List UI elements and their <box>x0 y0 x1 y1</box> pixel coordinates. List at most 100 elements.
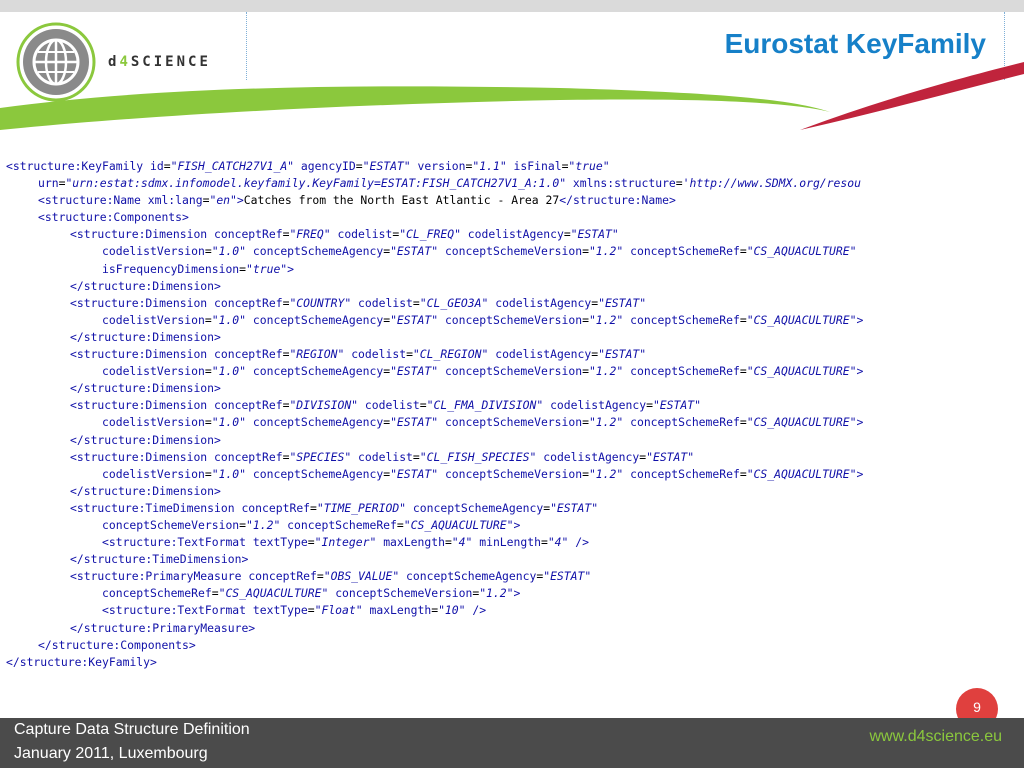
xml-value: "CS_AQUACULTURE" <box>218 586 329 601</box>
xml-tag: </structure:KeyFamily> <box>6 654 157 669</box>
xml-value: "true" <box>568 159 610 173</box>
code-line: </structure:Dimension> <box>6 432 992 449</box>
xml-tag: > <box>513 517 521 532</box>
xml-value: "ESTAT" <box>390 466 439 481</box>
red-swoosh <box>800 62 1024 130</box>
xml-attribute: minLength <box>479 535 541 550</box>
xml-value: "ESTAT" <box>543 569 592 584</box>
code-line: codelistVersion="1.0" conceptSchemeAgenc… <box>6 466 992 483</box>
xml-attribute: conceptSchemeVersion <box>444 466 583 481</box>
xml-value: "DIVISION" <box>289 398 359 413</box>
xml-equals: = <box>307 603 315 618</box>
xml-value: "CL_GEO3A" <box>419 295 489 310</box>
xml-attribute: conceptSchemeRef <box>287 517 397 532</box>
xml-value: "1.2" <box>246 517 281 532</box>
xml-attribute: conceptSchemeRef <box>630 312 740 327</box>
code-line: codelistVersion="1.0" conceptSchemeAgenc… <box>6 243 992 260</box>
xml-equals: = <box>204 312 212 327</box>
xml-text <box>406 501 413 515</box>
code-line: <structure:Dimension conceptRef = "REGION"… <box>6 346 992 363</box>
xml-text <box>207 296 214 310</box>
xml-attribute: conceptRef <box>214 295 283 310</box>
xml-equals: = <box>582 312 589 327</box>
code-line: conceptSchemeVersion="1.2" conceptScheme… <box>6 517 992 534</box>
xml-attribute: codelist <box>358 449 413 464</box>
xml-attribute: conceptSchemeAgency <box>252 466 384 481</box>
xml-value: "CS_AQUACULTURE" <box>746 312 857 327</box>
xml-value: "1.2" <box>588 312 624 327</box>
xml-attribute: maxLength <box>369 603 432 618</box>
xml-tag: </structure:Dimension> <box>70 329 221 344</box>
xml-tag: <structure:KeyFamily <box>6 159 144 173</box>
xml-equals: = <box>307 535 315 550</box>
xml-tag: <structure:Dimension <box>70 347 208 362</box>
code-line: <structure:KeyFamily id="FISH_CATCH27V1_… <box>6 158 992 175</box>
xml-text <box>438 244 445 258</box>
xml-attribute: conceptSchemeVersion <box>444 244 583 259</box>
xml-value: "CL_REGION" <box>412 347 489 362</box>
xml-equals: = <box>204 466 212 481</box>
xml-tag: </structure:PrimaryMeasure> <box>70 620 256 635</box>
xml-value: "CS_AQUACULTURE" <box>746 466 857 481</box>
xml-attribute: conceptRef <box>214 227 283 242</box>
xml-value: "1.2" <box>588 364 624 379</box>
code-line: </structure:Dimension> <box>6 278 992 295</box>
xml-text <box>438 313 445 327</box>
xml-attribute: codelistVersion <box>102 415 205 430</box>
xml-value: 'http://www.SDMX.org/resou <box>682 176 861 191</box>
green-swoosh <box>0 86 830 130</box>
xml-tag: <structure:Dimension <box>70 398 208 413</box>
logo-wordmark: d4SCIENCE <box>108 54 211 70</box>
xml-equals: = <box>739 244 747 259</box>
xml-value: "CL_FISH_SPECIES" <box>419 449 537 464</box>
xml-value: "TIME_PERIOD" <box>316 500 407 515</box>
xml-equals: = <box>239 517 247 532</box>
xml-tag: > <box>236 193 244 208</box>
xml-text <box>438 364 445 378</box>
xml-tag: <structure:Dimension <box>70 449 208 464</box>
xml-value: "CS_AQUACULTURE" <box>403 517 514 532</box>
xml-value: "SPECIES" <box>289 449 352 464</box>
xml-equals: = <box>204 244 212 259</box>
code-line: </structure:KeyFamily> <box>6 654 992 671</box>
xml-tag: > <box>856 312 864 327</box>
xml-equals: = <box>419 398 427 413</box>
xml-value: "4" <box>547 535 569 550</box>
code-line: </structure:Dimension> <box>6 380 992 397</box>
xml-tag: > <box>513 586 521 601</box>
xml-value: "ESTAT" <box>550 500 599 515</box>
xml-attribute: version <box>417 159 466 173</box>
xml-value: "1.2" <box>479 586 514 601</box>
xml-value: "CL_FREQ" <box>399 227 461 242</box>
xml-value: "10" <box>438 603 466 618</box>
xml-equals: = <box>355 159 363 173</box>
xml-equals: = <box>412 295 420 310</box>
xml-attribute: conceptSchemeAgency <box>252 415 384 430</box>
code-line: isFrequencyDimension="true"> <box>6 261 992 278</box>
xml-attribute: textType <box>252 535 308 550</box>
xml-tag: </structure:TimeDimension> <box>70 552 249 567</box>
xml-attribute: conceptRef <box>248 569 317 584</box>
xml-value: "1.2" <box>588 244 624 259</box>
xml-equals: = <box>211 586 219 601</box>
xml-attribute: conceptRef <box>214 398 283 413</box>
xml-value: "1.1" <box>472 159 507 173</box>
xml-tag: /> <box>472 603 487 618</box>
xml-value: "1.0" <box>211 312 247 327</box>
xml-value: "FISH_CATCH27V1_A" <box>170 159 295 173</box>
xml-equals: = <box>396 517 404 532</box>
xml-equals: = <box>444 535 452 550</box>
code-line: <structure:Dimension conceptRef = "COUNTRY… <box>6 295 992 312</box>
xml-equals: = <box>540 535 548 550</box>
xml-tag: <structure:PrimaryMeasure <box>70 569 242 584</box>
footer-website-link[interactable]: www.d4science.eu <box>869 728 1002 746</box>
xml-attribute: codelistAgency <box>543 449 640 464</box>
xml-text <box>207 398 214 412</box>
xml-value: "Float" <box>314 603 363 618</box>
xml-value: "1.0" <box>211 364 247 379</box>
xml-equals: = <box>563 227 571 242</box>
xml-text <box>207 450 214 464</box>
xml-attribute: conceptSchemeVersion <box>444 415 583 430</box>
xml-text <box>141 193 148 207</box>
xml-attribute: codelistVersion <box>102 312 205 327</box>
